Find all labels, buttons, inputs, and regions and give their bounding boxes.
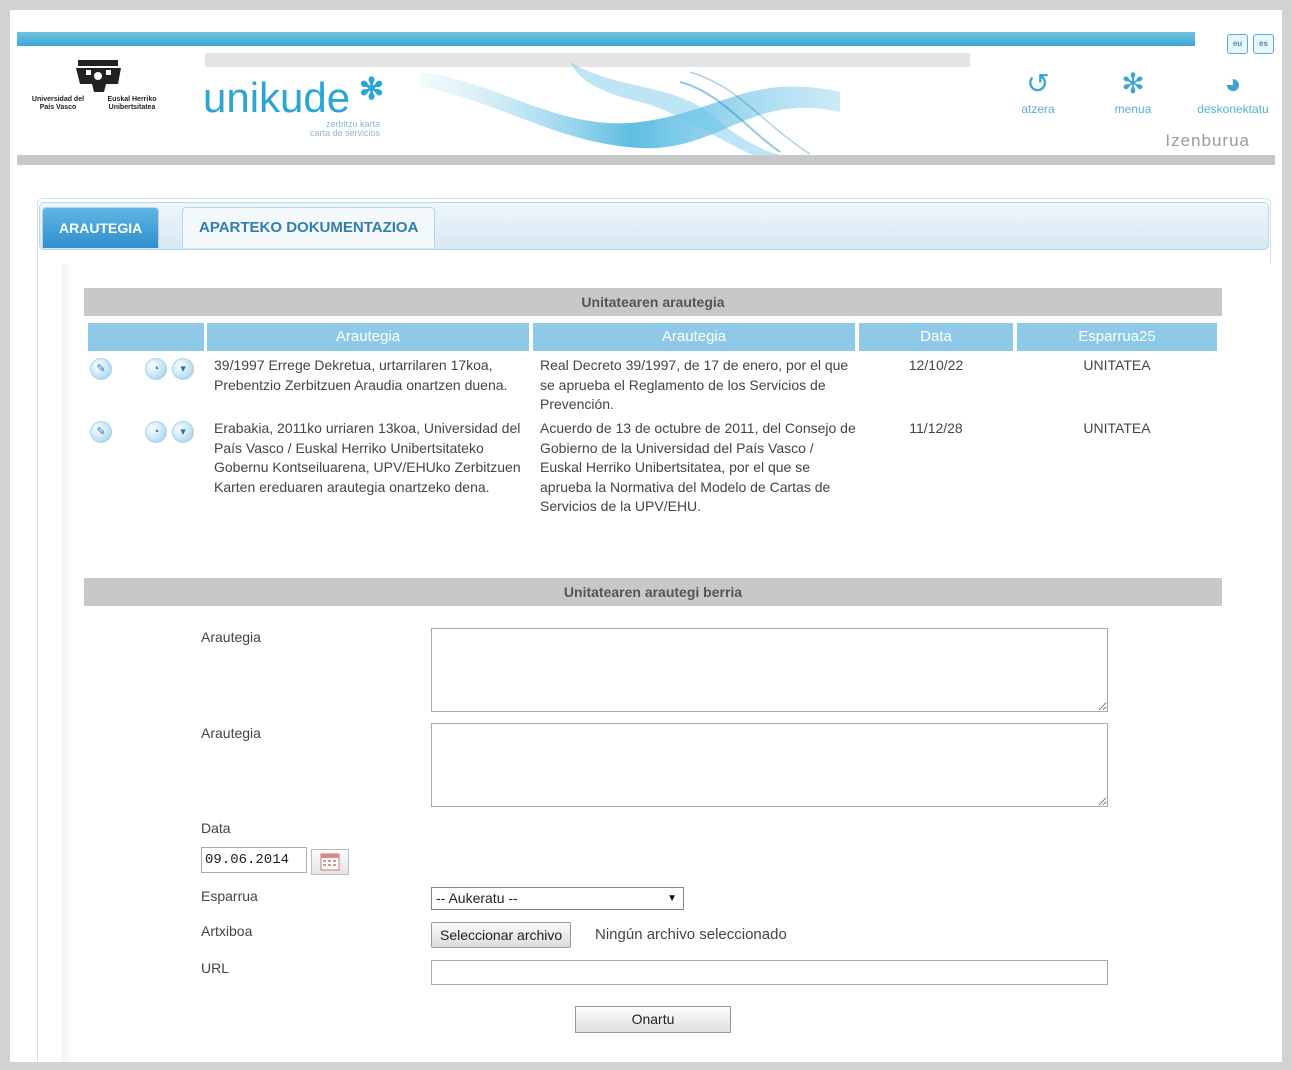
table-row-1-es: Real Decreto 39/1997, de 17 de enero, po…: [540, 357, 849, 412]
table-header-data: Data: [859, 323, 1015, 351]
tab-arautegia[interactable]: ARAUTEGIA: [42, 207, 160, 248]
delete-icon[interactable]: ▾: [172, 358, 194, 380]
page-frame: eu es Universidad del País Vasco Euskal …: [10, 10, 1282, 1062]
url-input[interactable]: [431, 960, 1108, 985]
esparrua-select[interactable]: -- Aukeratu -- ▼: [431, 887, 684, 910]
calendar-button[interactable]: [311, 849, 349, 875]
arautegia-es-textarea[interactable]: [431, 723, 1108, 807]
table-row-1-date: 12/10/22: [908, 357, 964, 373]
nav-menu[interactable]: ✻ menua: [1108, 68, 1158, 116]
ehu-text-eu: Euskal Herriko Unibertsitatea: [107, 96, 157, 111]
table-header-esparrua: Esparrua25: [1017, 323, 1219, 351]
list-section-title: Unitatearen arautegia: [84, 288, 1222, 316]
edit-icon[interactable]: ✎: [90, 358, 112, 380]
label-artxiboa: Artxiboa: [201, 923, 253, 939]
asterisk-menu-icon: ✻: [1121, 68, 1145, 99]
view-icon[interactable]: ◔: [145, 421, 167, 443]
content-shadow: [62, 264, 74, 1062]
lang-es-button[interactable]: es: [1253, 34, 1274, 54]
globe-disconnect-icon: ◕: [1224, 68, 1242, 99]
brand-subtitle: zerbitzu karta carta de servicios: [309, 119, 380, 138]
ehu-emblem-icon: [76, 60, 121, 92]
form-section-title: Unitatearen arautegi berria: [84, 578, 1222, 606]
header-bottom-bar: [17, 155, 1275, 165]
label-arautegia-es: Arautegia: [201, 725, 261, 741]
table-row-2-scope: UNITATEA: [1083, 420, 1151, 436]
date-input[interactable]: [201, 847, 307, 873]
table-header-arautegia-es: Arautegia: [533, 323, 857, 351]
label-arautegia-eu: Arautegia: [201, 629, 261, 645]
page-title: Izenburua: [1165, 131, 1250, 150]
brand-asterisk-icon: ✻: [359, 73, 385, 106]
table-header-arautegia-eu: Arautegia: [207, 323, 531, 351]
delete-icon[interactable]: ▾: [172, 421, 194, 443]
label-url: URL: [201, 960, 230, 976]
table-row-2-eu: Erabakia, 2011ko urriaren 13koa, Univers…: [214, 420, 521, 495]
ehu-logo: [26, 56, 171, 126]
tab-aparteko-dokumentazioa[interactable]: APARTEKO DOKUMENTAZIOA: [182, 207, 436, 248]
table-row-2-es: Acuerdo de 13 de octubre de 2011, del Co…: [540, 420, 856, 514]
file-status-text: Ningún archivo seleccionado: [595, 926, 787, 943]
calendar-icon: [320, 853, 340, 871]
submit-button[interactable]: Onartu: [575, 1006, 731, 1033]
nav-disconnect[interactable]: ◕ deskonektatu: [1188, 68, 1278, 116]
arautegia-eu-textarea[interactable]: [431, 628, 1108, 712]
table-header-actions: [88, 323, 206, 351]
header-swirl-decoration: [420, 62, 840, 158]
label-data: Data: [201, 820, 231, 836]
back-arrow-icon: ↺: [1026, 68, 1050, 99]
table-row-1-eu: 39/1997 Errege Dekretua, urtarrilaren 17…: [214, 357, 508, 393]
table-row-2-date: 11/12/28: [909, 420, 963, 436]
dropdown-arrow-icon: ▼: [667, 893, 677, 904]
table-row-1-scope: UNITATEA: [1083, 357, 1151, 373]
label-esparrua: Esparrua: [201, 888, 258, 904]
view-icon[interactable]: ◔: [145, 358, 167, 380]
edit-icon[interactable]: ✎: [90, 421, 112, 443]
lang-eu-button[interactable]: eu: [1227, 34, 1248, 54]
nav-back[interactable]: ↺ atzera: [1013, 68, 1063, 116]
file-select-button[interactable]: Seleccionar archivo: [431, 922, 572, 948]
brand-logo: unikude: [203, 74, 351, 121]
header-top-bar: [17, 32, 1195, 46]
ehu-text-es: Universidad del País Vasco: [31, 96, 85, 111]
